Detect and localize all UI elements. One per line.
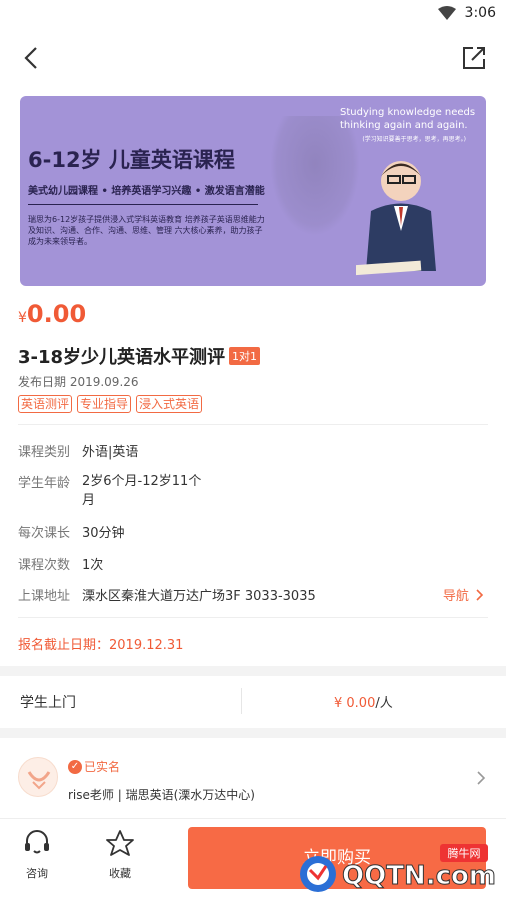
consult-label: 咨询 — [26, 867, 48, 880]
column-separator — [241, 688, 242, 714]
info-value: 1次 — [82, 558, 104, 573]
info-address: 上课地址 溧水区秦淮大道万达广场3F 3033-3035 — [18, 585, 316, 604]
service-price: ¥ 0.00/人 — [334, 692, 393, 711]
navigation-label: 导航 — [442, 589, 469, 604]
one-on-one-badge: 1对1 — [229, 347, 261, 365]
banner-divider — [28, 204, 258, 205]
watermark-badge: 腾牛网 — [448, 846, 481, 860]
info-label: 每次课长 — [18, 526, 71, 541]
status-bar: 3:06 — [0, 0, 506, 30]
age-line-2: 月 — [82, 493, 96, 508]
einstein-portrait — [270, 116, 360, 236]
favorite-label: 收藏 — [109, 867, 131, 880]
info-times: 课程次数 1次 — [18, 554, 103, 573]
info-value: 外语|英语 — [82, 445, 139, 460]
chevron-right-icon — [476, 589, 484, 601]
publish-date: 发布日期 2019.09.26 — [18, 375, 139, 389]
registration-deadline: 报名截止日期：2019.12.31 — [18, 638, 184, 653]
section-gap — [0, 728, 506, 738]
info-value: 2岁6个月-12岁11个月 — [82, 472, 201, 510]
nav-bar — [0, 30, 506, 86]
course-title-row: 3-18岁少儿英语水平测评 1对1 — [18, 343, 261, 369]
back-icon[interactable] — [20, 44, 48, 72]
wifi-icon — [438, 6, 456, 20]
info-label: 课程次数 — [18, 558, 71, 573]
avatar-logo-icon — [27, 771, 51, 790]
info-age: 学生年龄 2岁6个月-12岁11个月 — [18, 472, 201, 510]
course-price: ¥0.00 — [18, 300, 86, 328]
course-banner: Studying knowledge needs thinking again … — [20, 96, 486, 286]
consult-button[interactable]: 咨询 — [17, 829, 57, 881]
course-title: 3-18岁少儿英语水平测评 — [18, 347, 226, 368]
teacher-card[interactable]: ✓ 已实名 rise老师 | 瑞思英语(溧水万达中心) — [0, 740, 506, 818]
info-label: 课程类别 — [18, 445, 71, 460]
navigation-link[interactable]: 导航 — [443, 585, 484, 604]
headset-icon — [25, 830, 49, 854]
banner-description: 瑞思为6-12岁孩子提供浸入式学科英语教育 培养孩子英语思维能力及知识、沟通、合… — [28, 215, 265, 246]
banner-subtitle: 美式幼儿园课程 • 培养英语学习兴趣 • 激发语言潜能 — [28, 186, 265, 197]
info-duration: 每次课长 30分钟 — [18, 522, 125, 541]
verified-label: 已实名 — [84, 760, 121, 774]
tag-item: 英语测评 — [18, 395, 73, 413]
section-gap — [0, 666, 506, 676]
banner-title: 6-12岁 儿童英语课程 — [28, 148, 235, 172]
service-name: 学生上门 — [20, 695, 76, 711]
teacher-avatar — [18, 757, 58, 797]
favorite-button[interactable]: 收藏 — [100, 829, 140, 881]
price-value: 0.00 — [26, 300, 87, 328]
service-option[interactable]: 学生上门 ¥ 0.00/人 — [0, 676, 506, 726]
divider — [18, 617, 488, 618]
check-icon: ✓ — [68, 759, 82, 774]
service-price-unit: /人 — [375, 696, 393, 711]
banner-english-note: (学习知识要善于思考，思考，再思考。) — [362, 136, 466, 143]
divider — [18, 424, 488, 425]
status-time: 3:06 — [464, 5, 496, 21]
share-icon[interactable] — [460, 44, 488, 72]
star-icon — [106, 830, 134, 856]
teacher-name: rise老师 | 瑞思英语(溧水万达中心) — [68, 788, 255, 802]
info-label: 学生年龄 — [18, 476, 71, 491]
age-line-1: 2岁6个月-12岁11个 — [82, 474, 202, 489]
info-value: 溧水区秦淮大道万达广场3F 3033-3035 — [82, 589, 316, 604]
chevron-right-icon[interactable] — [476, 770, 486, 786]
info-label: 上课地址 — [18, 589, 71, 604]
verified-badge: ✓ 已实名 — [68, 758, 120, 775]
banner-english-quote: Studying knowledge needs thinking again … — [340, 107, 476, 131]
info-value: 30分钟 — [82, 526, 125, 541]
tag-item: 浸入式英语 — [136, 395, 203, 413]
qqtn-watermark: QQTN.com 腾牛网 — [300, 844, 496, 892]
price-currency: ¥ — [18, 310, 27, 326]
student-illustration — [356, 161, 436, 276]
service-price-value: ¥ 0.00 — [334, 696, 376, 711]
watermark-text: QQTN.com — [342, 861, 496, 891]
course-tags: 英语测评 专业指导 浸入式英语 — [18, 395, 203, 413]
info-category: 课程类别 外语|英语 — [18, 441, 138, 460]
tag-item: 专业指导 — [77, 395, 132, 413]
